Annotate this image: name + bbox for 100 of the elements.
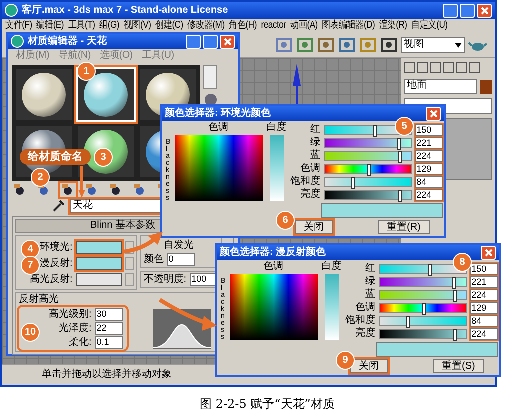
view-dropdown[interactable]: 视图 <box>401 37 465 53</box>
window-title: 材质编辑器 - 天花 <box>28 36 107 48</box>
spinner-field[interactable]: 30 <box>94 308 123 321</box>
menu-item[interactable]: 组(G) <box>100 20 120 32</box>
slider-thumb[interactable] <box>398 190 402 202</box>
channel-label: 亮度 <box>354 328 376 340</box>
spinner-field[interactable]: 0.1 <box>94 336 123 349</box>
object-name-field[interactable]: 地面 <box>404 79 477 94</box>
whiteness-label: 白度 <box>322 261 342 273</box>
minimize-button[interactable] <box>443 4 458 18</box>
eyedropper-icon[interactable] <box>52 199 66 213</box>
menu-item[interactable]: 文件(F) <box>5 20 32 32</box>
channel-value-field[interactable]: 150 <box>470 263 498 275</box>
menu-item[interactable]: 编辑(E) <box>36 20 64 32</box>
channel-value-field[interactable]: 224 <box>414 189 443 201</box>
panel-tab-icon[interactable] <box>469 61 481 75</box>
close-dialog-button[interactable]: 关闭 <box>295 220 333 234</box>
reset-button[interactable]: 重置(S) <box>433 359 484 373</box>
channel-value-field[interactable]: 221 <box>470 276 498 288</box>
maximize-button[interactable] <box>203 34 218 48</box>
channel-slider[interactable] <box>378 303 467 313</box>
close-button[interactable] <box>426 106 441 120</box>
hue-label: 色调 <box>208 122 229 134</box>
channel-slider[interactable] <box>324 177 412 187</box>
slider-thumb[interactable] <box>406 316 410 328</box>
channel-value-field[interactable]: 224 <box>470 328 498 340</box>
color-label: 漫反射: <box>40 258 73 270</box>
param-label: 颜色 <box>144 254 164 266</box>
channel-label: 红 <box>310 124 321 136</box>
channel-value-field[interactable]: 150 <box>414 124 443 136</box>
spinner-field[interactable]: 0 <box>166 253 195 266</box>
menu-item[interactable]: reactor <box>261 20 286 32</box>
slider-thumb[interactable] <box>398 151 402 163</box>
panel-tab-icon[interactable] <box>417 61 429 75</box>
group-title: 自发光 <box>164 240 194 252</box>
scroll-up-button[interactable] <box>203 65 217 89</box>
channel-slider[interactable] <box>378 316 467 326</box>
app-icon <box>5 4 18 17</box>
minimize-button[interactable] <box>186 34 201 48</box>
panel-tab-icon[interactable] <box>443 61 455 75</box>
channel-slider[interactable] <box>378 329 467 339</box>
close-button[interactable] <box>477 4 492 18</box>
object-color-swatch[interactable] <box>480 80 492 94</box>
channel-slider[interactable] <box>324 138 412 148</box>
group-title: 反射高光 <box>19 294 59 306</box>
close-button[interactable] <box>481 246 496 260</box>
menu-item[interactable]: 创建(C) <box>156 20 184 32</box>
slider-thumb[interactable] <box>453 290 458 302</box>
close-icon <box>484 248 494 258</box>
slider-thumb[interactable] <box>373 125 378 137</box>
channel-value-field[interactable]: 224 <box>470 289 498 301</box>
channel-slider[interactable] <box>378 290 467 300</box>
channel-slider[interactable] <box>378 277 467 287</box>
sample-slot[interactable] <box>14 67 74 122</box>
channel-value-field[interactable]: 84 <box>470 315 498 327</box>
channel-value-field[interactable]: 129 <box>470 302 498 314</box>
slider-thumb[interactable] <box>453 329 458 341</box>
slider-thumb[interactable] <box>366 164 371 176</box>
slider-thumb[interactable] <box>397 138 402 150</box>
slider-thumb[interactable] <box>422 303 426 315</box>
color-swatch[interactable] <box>76 273 122 286</box>
channel-slider[interactable] <box>324 151 412 161</box>
hue-color-field[interactable] <box>174 135 263 201</box>
menu-item[interactable]: 角色(H) <box>229 20 257 32</box>
channel-slider[interactable] <box>324 164 412 174</box>
maximize-button[interactable] <box>460 4 475 18</box>
hue-color-field[interactable] <box>230 274 318 340</box>
param-label: 光泽度: <box>59 322 92 334</box>
channel-label: 饱和度 <box>346 315 376 327</box>
close-dialog-button[interactable]: 关闭 <box>350 359 388 373</box>
menu-item[interactable]: 工具(T) <box>68 20 96 32</box>
channel-slider[interactable] <box>378 264 467 274</box>
material-tool-icon[interactable] <box>60 183 76 197</box>
menu-item[interactable]: 渲染(R) <box>379 20 408 32</box>
slider-thumb[interactable] <box>351 177 356 189</box>
menu-item[interactable]: 图表编辑器(D) <box>322 20 376 32</box>
menu-item[interactable]: 视图(V) <box>124 20 152 32</box>
channel-value-field[interactable]: 129 <box>414 163 443 175</box>
channel-slider[interactable] <box>324 190 412 200</box>
color-swatch[interactable] <box>76 257 122 270</box>
callout-arrow <box>78 166 86 198</box>
slider-thumb[interactable] <box>428 264 432 276</box>
menu-item[interactable]: 自定义(U) <box>412 20 448 32</box>
tool-icon[interactable] <box>380 37 398 53</box>
menu-item[interactable]: 修改器(M) <box>188 20 225 32</box>
panel-tab-icon[interactable] <box>456 61 468 75</box>
panel-tab-icon[interactable] <box>404 61 416 75</box>
whiteness-label: 白度 <box>266 122 287 134</box>
channel-value-field[interactable]: 84 <box>414 176 443 188</box>
param-label: 不透明度: <box>144 274 187 286</box>
menu-item[interactable]: 动画(A) <box>290 20 318 32</box>
channel-value-field[interactable]: 221 <box>414 137 443 149</box>
spinner-field[interactable]: 22 <box>94 322 123 335</box>
reset-button[interactable]: 重置(R) <box>378 220 430 234</box>
panel-tab-icon[interactable] <box>430 61 442 75</box>
slider-thumb[interactable] <box>452 277 456 289</box>
close-button[interactable] <box>220 34 235 48</box>
channel-value-field[interactable]: 224 <box>414 150 443 162</box>
color-swatch[interactable] <box>76 241 122 254</box>
spinner-field[interactable]: 100 <box>190 273 218 286</box>
